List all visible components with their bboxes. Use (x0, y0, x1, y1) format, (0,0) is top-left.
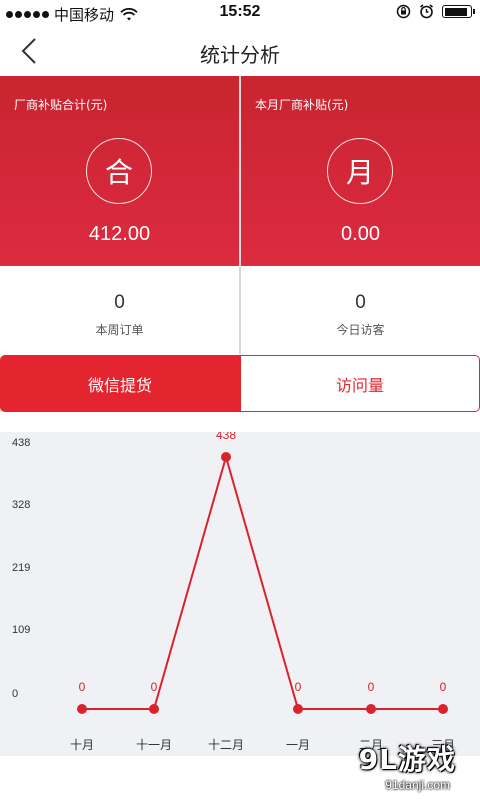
monthly-subsidy-label: 本月厂商补贴(元) (255, 98, 349, 112)
data-point (77, 704, 87, 714)
watermark: 9L游戏 91danji.com (350, 742, 470, 794)
x-tick-label: 十二月 (208, 738, 244, 752)
total-subsidy-label: 厂商补贴合计(元) (14, 98, 108, 112)
y-tick-label: 109 (12, 624, 30, 636)
data-label: 0 (79, 680, 86, 694)
data-label: 438 (216, 432, 236, 442)
alarm-clock-icon (420, 4, 433, 19)
monthly-subsidy-panel: 本月厂商补贴(元) 月 0.00 (241, 76, 480, 266)
watermark-logo: 9L游戏 (358, 743, 456, 776)
data-label: 0 (440, 680, 447, 694)
y-tick-label: 438 (12, 437, 30, 449)
monthly-subsidy-value: 0.00 (341, 223, 380, 245)
tab-wechat-pickup[interactable]: 微信提货 (0, 355, 240, 412)
month-badge-icon: 月 (327, 138, 393, 204)
data-label: 0 (295, 680, 302, 694)
weekly-orders-value: 0 (114, 292, 125, 313)
panel-divider (239, 76, 241, 276)
battery-icon (442, 5, 475, 18)
x-tick-label: 一月 (286, 738, 310, 752)
weekly-orders-stat[interactable]: 0 本周订单 (0, 266, 239, 354)
today-visitors-value: 0 (355, 292, 366, 313)
total-subsidy-value: 412.00 (88, 223, 151, 245)
data-label: 0 (151, 680, 158, 694)
data-point (438, 704, 448, 714)
nav-bar: 统计分析 (0, 26, 480, 76)
data-label: 0 (368, 680, 375, 694)
weekly-orders-label: 本周订单 (95, 323, 144, 337)
today-visitors-stat[interactable]: 0 今日访客 (241, 266, 480, 354)
total-badge-icon: 合 (86, 138, 152, 204)
data-point (366, 704, 376, 714)
today-visitors-label: 今日访客 (336, 323, 385, 337)
data-point (221, 452, 231, 462)
total-subsidy-panel: 厂商补贴合计(元) 合 412.00 (0, 76, 239, 266)
x-tick-label: 十月 (70, 738, 94, 752)
tab-visits[interactable]: 访问量 (240, 355, 480, 412)
x-tick-label: 十一月 (136, 738, 172, 752)
page-title: 统计分析 (200, 43, 280, 67)
chart-svg: 4383282191090 0 04380 0 0十月 十一月 十二月 一月 二月 三月 (12, 432, 455, 752)
series-line (82, 453, 443, 710)
rotation-lock-icon (396, 4, 411, 19)
y-tick-label: 328 (12, 499, 30, 511)
line-chart: 438 328 219 109 0 0 0 438 0 0 0 十月 十一月 十二月 一月 二月 三月 (0, 432, 480, 756)
y-tick-label: 0 (12, 688, 18, 700)
y-tick-label: 219 (12, 562, 30, 574)
chart-tabs: 微信提货 访问量 (0, 355, 480, 412)
data-point (293, 704, 303, 714)
status-bar: 中国移动 15:52 (0, 0, 480, 26)
status-right (396, 4, 475, 19)
battery-fill (444, 7, 467, 16)
watermark-url: 91danji.com (385, 778, 450, 792)
data-point (149, 704, 159, 714)
